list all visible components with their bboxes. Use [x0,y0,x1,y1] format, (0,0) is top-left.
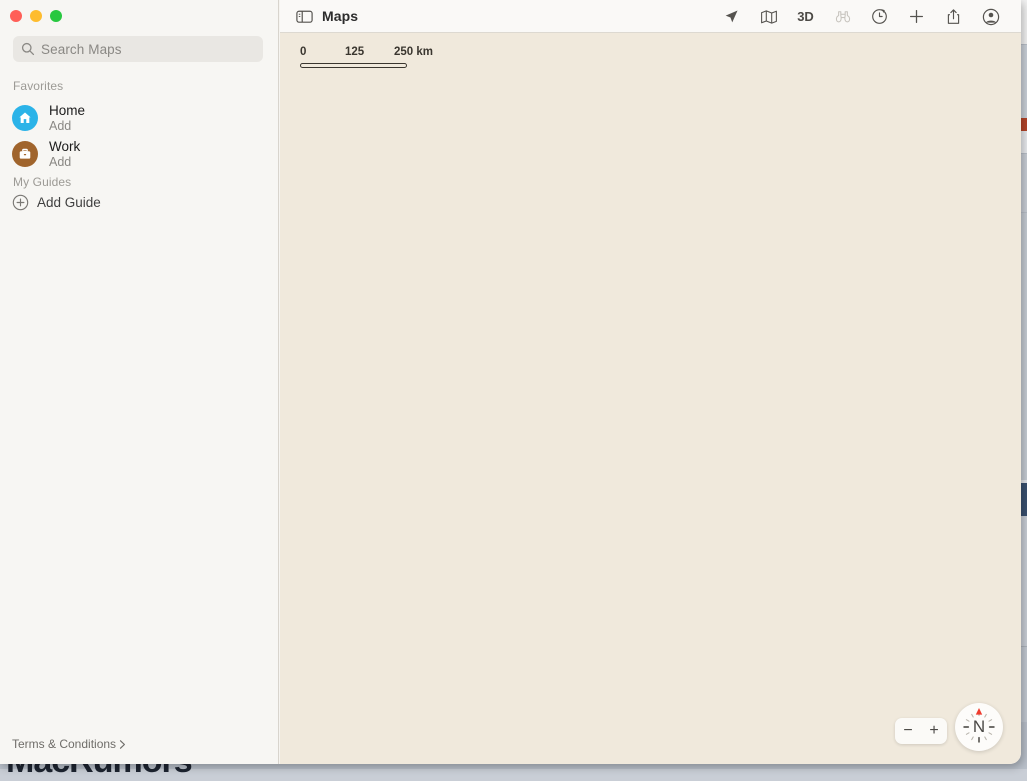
share-button[interactable] [935,0,972,33]
recents-button[interactable] [861,0,898,33]
zoom-out-button[interactable]: − [897,723,919,739]
terms-label: Terms & Conditions [12,737,116,751]
toolbar: Maps 3D [280,0,1021,33]
map-scale-labels: 0 125 250 km [300,46,440,61]
scale-label-middle: 125 [345,46,364,58]
search-placeholder-text: Search Maps [41,42,122,57]
account-button[interactable] [972,0,1009,33]
sidebar-toggle-button[interactable] [295,7,314,26]
sidebar-item-work-text: Work Add [49,139,80,170]
sidebar-item-home-subtitle: Add [49,119,85,133]
briefcase-icon [12,141,38,167]
plus-icon [908,8,925,25]
binoculars-icon [833,9,853,25]
minimize-button[interactable] [30,10,42,22]
map-canvas[interactable]: 0 125 250 km − + [280,33,1021,764]
look-around-button[interactable] [824,0,861,33]
terms-and-conditions-link[interactable]: Terms & Conditions [12,737,127,751]
clock-arrow-icon [871,8,888,25]
chevron-right-icon [118,739,127,750]
share-icon [945,8,962,26]
sidebar-item-work-title: Work [49,139,80,155]
maps-window: Search Maps Favorites Home Add [0,0,1021,764]
sidebar: Search Maps Favorites Home Add [0,0,279,764]
sidebar-item-home-text: Home Add [49,103,85,134]
maximize-button[interactable] [50,10,62,22]
location-arrow-icon [723,8,740,25]
section-header-favorites: Favorites [13,79,63,93]
3d-label: 3D [797,9,814,24]
sidebar-item-add-guide[interactable]: Add Guide [12,192,101,212]
search-input[interactable]: Search Maps [13,36,263,62]
search-icon [21,42,35,56]
sidebar-item-home[interactable]: Home Add [12,100,267,136]
location-button[interactable] [713,0,750,33]
sidebar-item-work-subtitle: Add [49,155,80,169]
scale-label-end: 250 km [394,46,433,58]
scale-bar-line [300,63,407,68]
toolbar-actions: 3D [713,0,1009,33]
scale-label-start: 0 [300,46,306,58]
map-icon [760,8,778,26]
add-guide-label: Add Guide [37,195,101,210]
map-compass[interactable]: N [955,703,1003,751]
compass-cardinal-label: N [955,703,1003,751]
house-icon [12,105,38,131]
sidebar-item-home-title: Home [49,103,85,119]
plus-circle-icon [12,194,29,211]
page-title: Maps [322,8,358,24]
3d-toggle-button[interactable]: 3D [787,0,824,33]
map-scale-bar: 0 125 250 km [300,46,440,61]
zoom-in-button[interactable]: + [923,723,945,739]
section-header-my-guides: My Guides [13,175,71,189]
sidebar-icon [295,7,314,26]
map-zoom-controls: − + [895,718,947,744]
sidebar-item-work[interactable]: Work Add [12,136,267,172]
person-circle-icon [982,8,1000,26]
window-controls [10,10,62,22]
new-window-button[interactable] [898,0,935,33]
close-button[interactable] [10,10,22,22]
map-mode-button[interactable] [750,0,787,33]
